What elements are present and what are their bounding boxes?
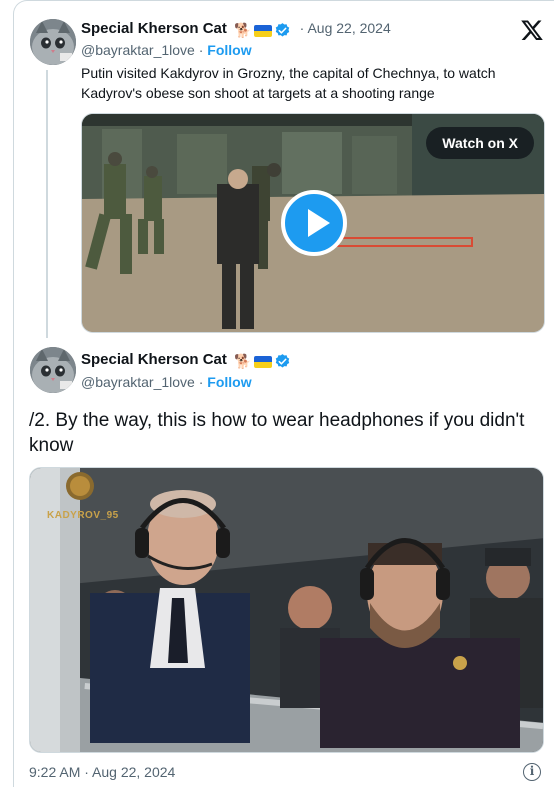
handle-separator: ·	[194, 374, 208, 390]
author-handle-line: @bayraktar_1love · Follow	[81, 374, 252, 390]
follow-button[interactable]: Follow	[207, 374, 251, 390]
x-logo-icon[interactable]	[520, 18, 544, 42]
ukraine-flag-icon	[253, 24, 272, 37]
author-badges: 🐕	[234, 353, 290, 370]
author-handle-line: @bayraktar_1love · Follow	[81, 42, 252, 58]
info-icon[interactable]: i	[523, 763, 541, 781]
author-badges: 🐕	[234, 22, 290, 39]
ukraine-flag-icon	[253, 355, 272, 368]
author-name[interactable]: Special Kherson Cat 🐕 · Aug 22, 2024	[81, 20, 391, 39]
dog-emoji-icon: 🐕	[234, 353, 252, 369]
author-handle[interactable]: @bayraktar_1love	[81, 374, 195, 390]
tweet-date[interactable]: · Aug 22, 2024	[300, 20, 391, 36]
author-name[interactable]: Special Kherson Cat 🐕	[81, 351, 291, 370]
tweet-text: Putin visited Kakdyrov in Grozny, the ca…	[81, 65, 496, 101]
author-avatar[interactable]	[30, 347, 76, 393]
watch-on-x-button[interactable]: Watch on X	[426, 127, 534, 159]
tweet-photo[interactable]: KADYROV_95	[29, 467, 544, 753]
play-button-icon[interactable]	[281, 190, 347, 256]
author-name-text: Special Kherson Cat	[81, 20, 227, 37]
photo-watermark: KADYROV_95	[47, 510, 119, 521]
verified-badge-icon	[275, 23, 289, 37]
handle-separator: ·	[194, 42, 208, 58]
author-avatar[interactable]	[30, 19, 76, 65]
author-handle[interactable]: @bayraktar_1love	[81, 42, 195, 58]
thread-connector-line	[46, 70, 48, 338]
follow-button[interactable]: Follow	[207, 42, 251, 58]
author-name-text: Special Kherson Cat	[81, 351, 227, 368]
tweet-text: /2. By the way, this is how to wear head…	[29, 410, 525, 456]
dog-emoji-icon: 🐕	[234, 22, 252, 38]
video-player[interactable]: Watch on X	[81, 113, 545, 333]
tweet-timestamp[interactable]: 9:22 AM · Aug 22, 2024	[29, 764, 175, 780]
verified-badge-icon	[275, 354, 289, 368]
